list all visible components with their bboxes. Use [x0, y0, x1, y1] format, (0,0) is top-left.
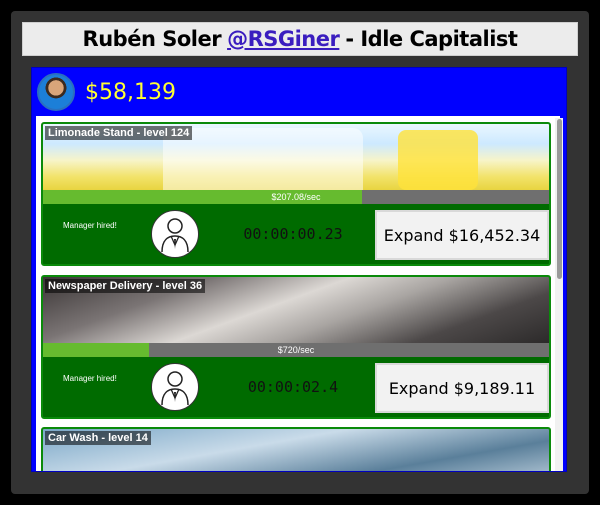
business-name: Car Wash - level 14 [45, 431, 151, 445]
game-container: $58,139 Limonade Stand - level 124 $207.… [31, 67, 567, 472]
page-title: Rubén Soler @RSGiner - Idle Capitalist [22, 22, 578, 56]
manager-icon [151, 210, 199, 258]
expand-button[interactable]: Expand $9,189.11 [375, 363, 549, 413]
scrollbar-thumb[interactable] [557, 119, 562, 279]
business-card: Car Wash - level 14 [41, 427, 551, 471]
business-card: Limonade Stand - level 124 $207.08/sec M… [41, 122, 551, 266]
income-rate: $720/sec [277, 345, 315, 355]
expand-button[interactable]: Expand $16,452.34 [375, 210, 549, 260]
header: $58,139 [32, 68, 566, 116]
progress-bar: $720/sec [43, 343, 549, 357]
cycle-timer: 00:00:02.4 [247, 378, 339, 396]
manager-status: Manager hired! [63, 374, 117, 383]
manager-status: Manager hired! [63, 221, 117, 230]
twitter-handle-link[interactable]: @RSGiner [227, 27, 340, 51]
title-suffix: - Idle Capitalist [345, 27, 518, 51]
manager-icon [151, 363, 199, 411]
cycle-timer: 00:00:00.23 [243, 225, 343, 243]
progress-bar: $207.08/sec [43, 190, 549, 204]
business-card: Newspaper Delivery - level 36 $720/sec M… [41, 275, 551, 419]
business-name: Newspaper Delivery - level 36 [45, 279, 206, 293]
business-list: Limonade Stand - level 124 $207.08/sec M… [36, 116, 560, 471]
title-name: Rubén Soler [82, 27, 222, 51]
business-name: Limonade Stand - level 124 [45, 126, 193, 140]
money-counter: $58,139 [85, 79, 176, 105]
avatar [37, 73, 75, 111]
income-rate: $207.08/sec [271, 192, 321, 202]
